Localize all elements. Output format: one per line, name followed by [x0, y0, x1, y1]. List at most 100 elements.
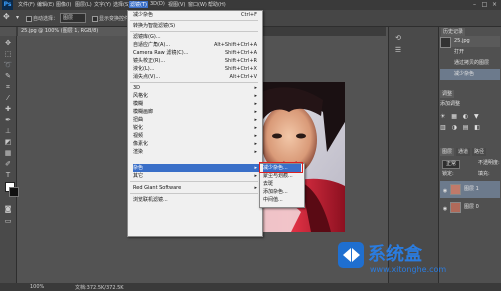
- close-icon[interactable]: ×: [491, 1, 498, 8]
- quick-mask-icon[interactable]: ◙: [3, 204, 13, 214]
- tools-panel: ✥ ⬚ ➰ ✎ ⌗ ⁄ ✚ ✒ ⊥ ◩ ▦ ✐ T ◙ ▭: [0, 36, 19, 283]
- screen-mode-icon[interactable]: ▭: [3, 216, 13, 226]
- gradient-tool-icon[interactable]: ▦: [3, 148, 13, 158]
- menu-item-filter-gallery[interactable]: 滤镜库(G)...: [133, 33, 259, 41]
- submenu-arrow-icon: ▸: [254, 109, 257, 115]
- zoom-level[interactable]: 100%: [30, 284, 44, 290]
- history-item-copy-layer[interactable]: 通过拷贝的图层: [440, 58, 500, 69]
- submenu-arrow-icon: ▸: [254, 125, 257, 131]
- status-bar: 100% 文档:372.5K/372.5K: [0, 283, 501, 291]
- menu-separator: [130, 82, 258, 83]
- menu-image[interactable]: 图像(I): [56, 1, 71, 8]
- maximize-icon[interactable]: □: [481, 1, 488, 8]
- adjustments-title: 添加调整: [440, 101, 461, 107]
- adjustment-icons-row1[interactable]: ☀ ▦ ◐ ▼: [440, 111, 500, 122]
- watermark-brand: 系统盒: [368, 244, 422, 265]
- tab-history[interactable]: 历史记录: [441, 28, 466, 36]
- auto-select-checkbox[interactable]: 自动选择：: [26, 15, 58, 22]
- submenu-arrow-icon: ▸: [254, 141, 257, 147]
- menu-file[interactable]: 文件(F): [18, 1, 35, 8]
- menu-item-blur-gallery[interactable]: 模糊画廊 ▸: [133, 108, 259, 116]
- menu-item-other[interactable]: 其它 ▸: [133, 172, 259, 180]
- healing-brush-tool-icon[interactable]: ✚: [3, 104, 13, 114]
- menu-window[interactable]: 窗口(W): [188, 1, 207, 8]
- submenu-arrow-icon: ▸: [254, 149, 257, 155]
- menu-item-last-filter[interactable]: 减少杂色 Ctrl+F: [133, 11, 259, 19]
- clone-stamp-tool-icon[interactable]: ⊥: [3, 126, 13, 136]
- submenu-arrow-icon: ▸: [254, 133, 257, 139]
- tab-channels[interactable]: 通道: [456, 148, 471, 156]
- menu-separator: [130, 193, 258, 194]
- move-tool-icon[interactable]: ✥: [3, 12, 10, 21]
- marquee-tool-icon[interactable]: ⬚: [3, 49, 13, 59]
- adjustment-icons-row2[interactable]: ▥ ◑ ▤ ◧: [440, 122, 500, 133]
- submenu-item-add-noise[interactable]: 添加杂色...: [263, 188, 301, 196]
- brush-tool-icon[interactable]: ✒: [3, 115, 13, 125]
- menu-item-blur[interactable]: 模糊 ▸: [133, 100, 259, 108]
- submenu-item-dust-scratches[interactable]: 蒙尘与划痕...: [263, 172, 301, 180]
- submenu-item-despeckle[interactable]: 去斑: [263, 180, 301, 188]
- menu-item-browse-online-filters[interactable]: 浏览联机滤镜...: [133, 196, 259, 204]
- menu-item-adaptive-wide-angle[interactable]: 自适应广角(A)... Alt+Shift+Ctrl+A: [133, 41, 259, 49]
- menu-item-distort[interactable]: 扭曲 ▸: [133, 116, 259, 124]
- history-panel-icon[interactable]: ⟲: [393, 33, 403, 43]
- submenu-arrow-icon: ▸: [254, 117, 257, 123]
- submenu-arrow-icon: ▸: [254, 101, 257, 107]
- show-transform-checkbox[interactable]: 显示变换控件: [92, 15, 129, 22]
- minimize-icon[interactable]: –: [471, 1, 478, 8]
- menu-item-pixelate[interactable]: 像素化 ▸: [133, 140, 259, 148]
- submenu-arrow-icon: ▸: [254, 185, 257, 191]
- pen-tool-icon[interactable]: ✐: [3, 159, 13, 169]
- menu-item-convert-smart-filter[interactable]: 转换为智能滤镜(S): [133, 22, 259, 30]
- menu-filter[interactable]: 滤镜(T): [129, 1, 148, 8]
- layer-row-1[interactable]: ◉ 图层 1: [440, 181, 500, 198]
- submenu-item-median[interactable]: 中间值...: [263, 196, 301, 204]
- background-color-swatch[interactable]: [9, 187, 19, 197]
- menu-item-red-giant[interactable]: Red Giant Software ▸: [133, 184, 259, 192]
- menu-item-camera-raw[interactable]: Camera Raw 滤镜(C)... Shift+Ctrl+A: [133, 49, 259, 57]
- history-item-open[interactable]: 打开: [440, 47, 500, 58]
- crop-tool-icon[interactable]: ⌗: [3, 82, 13, 92]
- tab-paths[interactable]: 路径: [472, 148, 487, 156]
- menu-select[interactable]: 选择(S): [113, 1, 130, 8]
- watermark-url: www.xitonghe.com: [370, 265, 447, 274]
- menu-type[interactable]: 文字(Y): [94, 1, 111, 8]
- history-snapshot[interactable]: 25.jpg: [440, 36, 500, 48]
- menu-view[interactable]: 视图(V): [168, 1, 185, 8]
- blend-mode-row[interactable]: 正常 不透明度:: [440, 158, 500, 169]
- layer-row-0[interactable]: ◉ 图层 0: [440, 199, 500, 216]
- properties-panel-icon[interactable]: ☰: [393, 45, 403, 55]
- eraser-tool-icon[interactable]: ◩: [3, 137, 13, 147]
- chevron-down-icon[interactable]: ▾: [16, 14, 19, 21]
- history-item-reduce-noise[interactable]: 减少杂色: [440, 69, 500, 80]
- menu-item-render[interactable]: 渲染 ▸: [133, 148, 259, 156]
- auto-select-dropdown[interactable]: 图层: [60, 13, 86, 23]
- lasso-tool-icon[interactable]: ➰: [3, 60, 13, 70]
- menu-item-vanishing-point[interactable]: 消失点(V)... Alt+Ctrl+V: [133, 73, 259, 81]
- eye-icon[interactable]: ◉: [442, 204, 448, 212]
- menu-3d[interactable]: 3D(D): [150, 1, 165, 7]
- eye-icon[interactable]: ◉: [442, 186, 448, 194]
- quick-select-tool-icon[interactable]: ✎: [3, 71, 13, 81]
- photoshop-logo-icon: Ps: [2, 0, 13, 10]
- menu-help[interactable]: 帮助(H): [208, 1, 226, 8]
- menu-layer[interactable]: 图层(L): [75, 1, 92, 8]
- menu-item-sharpen[interactable]: 锐化 ▸: [133, 124, 259, 132]
- menu-separator: [130, 20, 258, 21]
- type-tool-icon[interactable]: T: [3, 170, 13, 180]
- highlight-outline: [259, 162, 303, 173]
- menu-item-liquify[interactable]: 液化(L)... Shift+Ctrl+X: [133, 65, 259, 73]
- menu-item-video[interactable]: 视频 ▸: [133, 132, 259, 140]
- eyedropper-tool-icon[interactable]: ⁄: [3, 93, 13, 103]
- menu-item-stylize[interactable]: 风格化 ▸: [133, 92, 259, 100]
- move-tool-icon[interactable]: ✥: [3, 38, 13, 48]
- tab-adjustments[interactable]: 调整: [440, 90, 455, 98]
- lock-row: 锁定: 填充:: [442, 171, 490, 177]
- menu-item-3d[interactable]: 3D ▸: [133, 84, 259, 92]
- menu-item-noise[interactable]: 杂色 ▸: [133, 164, 259, 172]
- submenu-arrow-icon: ▸: [254, 165, 257, 171]
- submenu-arrow-icon: ▸: [254, 85, 257, 91]
- tab-layers[interactable]: 图层: [440, 148, 455, 156]
- menu-edit[interactable]: 编辑(E): [37, 1, 54, 8]
- menu-item-lens-correction[interactable]: 镜头校正(R)... Shift+Ctrl+R: [133, 57, 259, 65]
